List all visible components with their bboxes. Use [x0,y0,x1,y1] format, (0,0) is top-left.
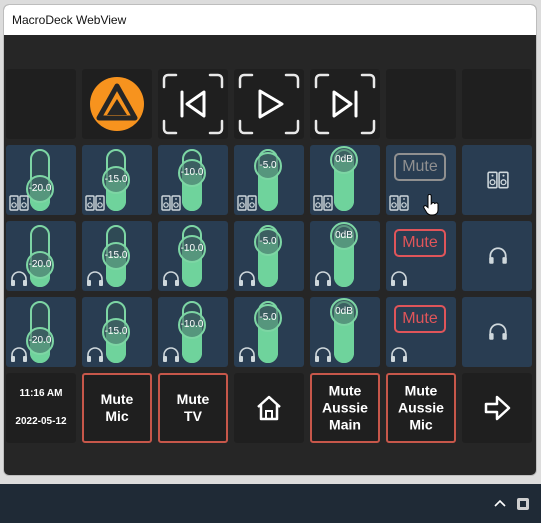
volume-slider-button[interactable]: 0dB [310,297,380,367]
empty-button[interactable] [386,69,456,139]
audio-device-button[interactable] [462,221,532,291]
chevron-up-icon[interactable] [493,497,507,511]
headphones-icon [87,271,103,286]
headphones-icon [87,347,103,362]
empty-button[interactable] [462,69,532,139]
volume-slider-knob[interactable]: 0dB [330,298,358,326]
home-icon [257,395,281,421]
headphones-icon [11,347,27,362]
volume-slider-knob[interactable]: -10.0 [178,311,206,339]
volume-slider-button[interactable]: 0dB [310,145,380,215]
headphones-icon [391,271,407,286]
mute-aussie-main-label: Mute Aussie Main [322,382,368,433]
volume-slider-knob[interactable]: -20.0 [26,327,54,355]
headphones-icon [11,271,27,286]
clock-button[interactable]: 11:16 AM 2022-05-12 [6,373,76,443]
headphones-icon [239,271,255,286]
volume-slider-button[interactable]: -15.0 [82,297,152,367]
mute-device-button[interactable]: Mute [386,221,456,291]
volume-slider-button[interactable]: 0dB [310,221,380,291]
volume-slider-button[interactable]: -20.0 [6,221,76,291]
headphones-icon [163,271,179,286]
arrow-right-icon [484,395,511,421]
mute-device-button[interactable]: Mute [386,297,456,367]
clock-display: 11:16 AM 2022-05-12 [6,373,76,443]
volume-slider-knob[interactable]: -20.0 [26,175,54,203]
previous-track-button[interactable] [158,69,228,139]
volume-slider-knob[interactable]: -5.0 [254,152,282,180]
volume-slider-knob[interactable]: -15.0 [102,242,130,270]
volume-slider-knob[interactable]: -15.0 [102,166,130,194]
volume-slider-button[interactable]: -15.0 [82,221,152,291]
tray-app-icon[interactable] [515,496,531,512]
headphones-icon [163,347,179,362]
skip-next-icon [314,73,376,135]
headphones-icon [239,347,255,362]
clock-date: 2022-05-12 [15,416,67,427]
mute-tv-button[interactable]: Mute TV [158,373,228,443]
volume-slider-knob[interactable]: -5.0 [254,304,282,332]
clock-time: 11:16 AM [19,388,63,399]
speaker-icon [237,195,257,211]
mute-aussie-main-button[interactable]: Mute Aussie Main [310,373,380,443]
speaker-icon [313,195,333,211]
speaker-icon [85,195,105,211]
volume-slider-button[interactable]: -20.0 [6,297,76,367]
mute-mic-button[interactable]: Mute Mic [82,373,152,443]
mute-aussie-mic-label: Mute Aussie Mic [398,382,444,433]
volume-slider-button[interactable]: -5.0 [234,221,304,291]
volume-slider-button[interactable]: -10.0 [158,221,228,291]
volume-slider-button[interactable]: -5.0 [234,297,304,367]
volume-slider-knob[interactable]: -10.0 [178,159,206,187]
play-icon [238,73,300,135]
volume-slider-knob[interactable]: -5.0 [254,228,282,256]
mouse-cursor-icon [423,194,439,216]
volume-slider-knob[interactable]: -15.0 [102,318,130,346]
audio-device-button[interactable] [462,145,532,215]
headphones-icon [315,271,331,286]
macrodeck-window: MacroDeck WebView 11:16 AM 2022-05-12 Mu… [3,4,537,476]
speaker-icon [487,171,509,189]
window-title: MacroDeck WebView [12,13,127,27]
next-track-button[interactable] [310,69,380,139]
mute-label: Mute [394,153,446,181]
speaker-icon [389,195,409,211]
speaker-icon [161,195,181,211]
next-page-button[interactable] [462,373,532,443]
volume-slider-button[interactable]: -15.0 [82,145,152,215]
audio-device-button[interactable] [462,297,532,367]
speaker-icon [9,195,29,211]
headphones-icon [391,347,407,362]
headphones-icon [315,347,331,362]
volume-slider-button[interactable]: -20.0 [6,145,76,215]
aimp-logo-icon [90,77,144,131]
volume-slider-knob[interactable]: -10.0 [178,235,206,263]
home-button[interactable] [234,373,304,443]
headphones-icon [489,323,507,340]
empty-button[interactable] [6,69,76,139]
volume-slider-button[interactable]: -5.0 [234,145,304,215]
title-bar: MacroDeck WebView [4,5,536,35]
aimp-player-button[interactable] [82,69,152,139]
mute-tv-label: Mute TV [176,391,210,424]
mute-device-button[interactable]: Mute [386,145,456,215]
mute-aussie-mic-button[interactable]: Mute Aussie Mic [386,373,456,443]
volume-slider-button[interactable]: -10.0 [158,297,228,367]
volume-slider-knob[interactable]: 0dB [330,146,358,174]
taskbar [0,484,541,523]
mute-label: Mute [394,229,446,257]
volume-slider-knob[interactable]: 0dB [330,222,358,250]
headphones-icon [489,247,507,264]
mute-label: Mute [394,305,446,333]
volume-slider-knob[interactable]: -20.0 [26,251,54,279]
mute-mic-label: Mute Mic [100,391,134,424]
play-button[interactable] [234,69,304,139]
skip-previous-icon [162,73,224,135]
volume-slider-button[interactable]: -10.0 [158,145,228,215]
